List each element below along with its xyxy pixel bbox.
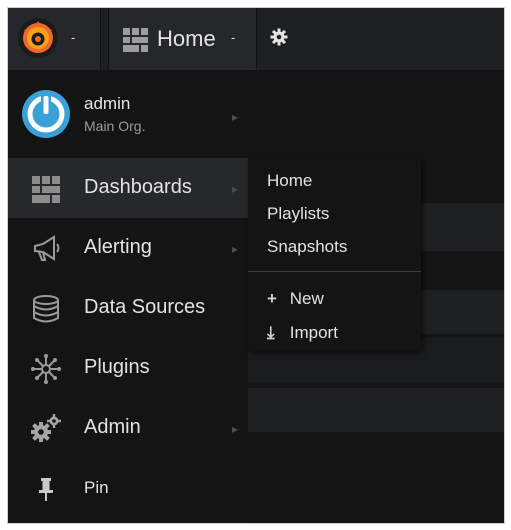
- submenu-item-import[interactable]: ⤓ Import: [267, 323, 338, 343]
- grafana-logo-icon: [18, 18, 58, 58]
- side-menu: admin Main Org. ▸ Dashboards ▸ Alerting …: [8, 70, 248, 523]
- top-navbar: - Home -: [8, 8, 504, 71]
- profile-org: Main Org.: [84, 118, 146, 134]
- sidebar-item-label: Plugins: [84, 356, 150, 378]
- user-profile[interactable]: admin Main Org. ▸: [8, 70, 248, 158]
- profile-username: admin: [84, 94, 131, 113]
- chevron-down-icon: -: [71, 30, 76, 45]
- sidebar-item-alerting[interactable]: Alerting ▸: [8, 218, 248, 278]
- sidebar-item-plugins[interactable]: Plugins: [8, 338, 248, 398]
- plugins-icon: [31, 354, 61, 384]
- sidebar-item-label: Admin: [84, 416, 141, 438]
- sidebar-item-data-sources[interactable]: Data Sources: [8, 278, 248, 338]
- submenu-item-home[interactable]: Home: [267, 171, 312, 191]
- import-icon: ⤓: [267, 323, 275, 342]
- dashboards-grid-icon: [123, 28, 148, 52]
- dashboard-panel-row: [248, 388, 504, 432]
- sidebar-item-admin[interactable]: Admin ▸: [8, 398, 248, 458]
- cogs-icon: [31, 414, 61, 442]
- avatar: [22, 90, 70, 138]
- submenu-item-new[interactable]: + New: [267, 289, 324, 309]
- chevron-right-icon: ▸: [232, 182, 239, 196]
- sidebar-item-label: Dashboards: [84, 176, 192, 198]
- megaphone-icon: [34, 235, 60, 261]
- database-icon: [33, 295, 59, 323]
- sidebar-item-label: Data Sources: [84, 296, 206, 318]
- chevron-right-icon: ▸: [232, 110, 239, 124]
- current-dashboard-title: Home: [157, 26, 216, 51]
- plus-icon: +: [267, 289, 277, 308]
- pin-icon: [39, 478, 53, 501]
- submenu-item-playlists[interactable]: Playlists: [267, 204, 329, 224]
- sidebar-item-dashboards[interactable]: Dashboards ▸: [8, 158, 248, 218]
- dashboards-submenu: Home Playlists Snapshots + New ⤓ Import: [248, 158, 421, 351]
- sidebar-item-pin[interactable]: Pin: [8, 458, 248, 518]
- submenu-action-label: Import: [289, 323, 338, 342]
- submenu-item-snapshots[interactable]: Snapshots: [267, 237, 347, 257]
- chevron-down-icon: -: [231, 30, 236, 45]
- dashboard-picker-button[interactable]: Home -: [108, 8, 257, 70]
- chevron-right-icon: ▸: [232, 242, 239, 256]
- sidebar-item-label: Alerting: [84, 236, 152, 258]
- submenu-divider: [248, 271, 421, 272]
- dashboards-grid-icon: [32, 176, 60, 203]
- chevron-right-icon: ▸: [232, 422, 239, 436]
- grafana-window: - Home - admin Main Org. ▸ Dashboards ▸ …: [8, 8, 504, 523]
- dashboard-settings-button[interactable]: [262, 8, 302, 70]
- submenu-action-label: New: [289, 289, 324, 308]
- sidebar-item-label: Pin: [84, 478, 109, 497]
- gear-icon: [270, 28, 288, 46]
- grafana-menu-button[interactable]: -: [8, 8, 101, 70]
